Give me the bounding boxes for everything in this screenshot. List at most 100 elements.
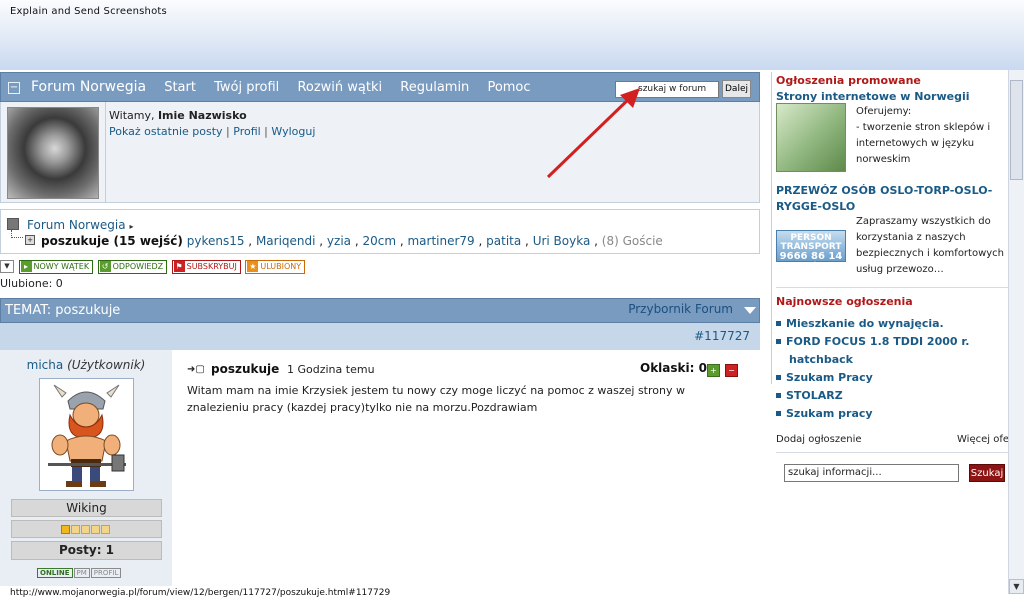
topic-viewers: poszukuje (15 wejść) pykens15 , Mariqend… [41, 234, 663, 248]
sidebar: Ogłoszenia promowane Strony internetowe … [771, 72, 1009, 610]
dropdown-icon[interactable]: ▼ [0, 260, 14, 273]
online-badge: ONLINE [37, 568, 73, 578]
star-icon [91, 525, 100, 534]
newest-ad-link-cont[interactable]: hatchback [789, 353, 853, 366]
post-title: poszukuje [211, 362, 280, 376]
action-bar: ▼ ▸ NOWY WĄTEK ↺ ODPOWIEDZ ⚑ SUBSKRYBUJ ★ UL… [0, 260, 306, 275]
welcome-prefix: Witamy, [109, 109, 155, 122]
subscribe-button[interactable]: ⚑ SUBSKRYBUJ [171, 260, 241, 274]
sidebar-ads: Ogłoszenia promowane Strony internetowe … [771, 72, 1009, 482]
author-badges: ONLINE PM PROFIL [37, 565, 122, 578]
ad1-text: Oferujemy: - tworzenie stron sklepów i i… [856, 104, 990, 168]
ad2-img-line: PERSON TRANSPORT [780, 233, 842, 252]
chevron-down-icon[interactable] [744, 307, 756, 314]
forum-nav: Forum Norwegia Start Twój profil Rozwiń … [31, 79, 545, 95]
newest-ad-link[interactable]: Szukam pracy [776, 407, 873, 420]
newest-ad-link[interactable]: Mieszkanie do wynajęcia. [776, 317, 944, 330]
user-name: Imie Nazwisko [157, 109, 247, 122]
app-title: Explain and Send Screenshots [10, 6, 167, 17]
viewer-link[interactable]: pykens15 [187, 234, 245, 248]
add-ad-link[interactable]: Dodaj ogłoszenie [776, 434, 862, 445]
viewer-link[interactable]: patita [486, 234, 521, 248]
ad1-line: - tworzenie stron sklepów i [856, 122, 991, 133]
expand-icon[interactable]: + [25, 235, 35, 245]
breadcrumb-root-label: Forum Norwegia [27, 218, 126, 232]
divider [105, 102, 106, 203]
author-rank: Wiking [11, 499, 162, 517]
divider [776, 452, 1009, 453]
viewer-link[interactable]: martiner79 [407, 234, 474, 248]
ad1-line: Oferujemy: [856, 106, 912, 117]
status-url: http://www.mojanorwegia.pl/forum/view/12… [10, 588, 391, 598]
status-bar: http://www.mojanorwegia.pl/forum/view/12… [0, 586, 1008, 610]
newest-ad-link[interactable]: Szukam Pracy [776, 371, 873, 384]
nav-start[interactable]: Start [164, 80, 196, 95]
vertical-scrollbar[interactable]: ▼ [1008, 70, 1024, 594]
profile-button[interactable]: PROFIL [90, 568, 122, 578]
ad2-text: Zapraszamy wszystkich do korzystania z n… [856, 214, 1004, 278]
newest-ad-link[interactable]: FORD FOCUS 1.8 TDDI 2000 r. [776, 335, 969, 348]
nav-forum-norwegia[interactable]: Forum Norwegia [31, 79, 146, 95]
ad1-title-link[interactable]: Strony internetowe w Norwegii [776, 90, 970, 103]
ad2-line: korzystania z naszych [856, 232, 966, 243]
viewer-link[interactable]: yzia [327, 234, 351, 248]
author-link[interactable]: micha [27, 358, 64, 372]
user-avatar[interactable] [7, 107, 99, 199]
topic-header-title: TEMAT: poszukuje [5, 303, 121, 318]
ad1-line: norweskim [856, 154, 911, 165]
viking-avatar-icon [48, 384, 126, 487]
viewer-link[interactable]: Uri Boyka [533, 234, 591, 248]
nav-help[interactable]: Pomoc [487, 80, 530, 95]
star-icon [71, 525, 80, 534]
viewer-link[interactable]: 20cm [362, 234, 396, 248]
reply-button[interactable]: ↺ ODPOWIEDZ [97, 260, 168, 274]
pm-button[interactable]: PM [73, 568, 90, 578]
nav-expand-threads[interactable]: Rozwiń wątki [297, 80, 382, 95]
post-time: 1 Godzina temu [287, 363, 375, 376]
viewer-link[interactable]: Mariqendi [256, 234, 316, 248]
scrollbar-thumb[interactable] [1010, 80, 1023, 180]
info-search-button[interactable]: Szukaj [969, 464, 1005, 482]
scroll-down-icon[interactable]: ▼ [1009, 579, 1024, 594]
post-permalink[interactable]: #117727 [694, 329, 750, 343]
collapse-icon[interactable]: − [8, 82, 20, 94]
favorite-label: ULUBIONY [260, 262, 302, 271]
welcome-text: Witamy, Imie Nazwisko [109, 109, 247, 122]
ad2-title-link[interactable]: PRZEWÓZ OSÓB OSLO-TORP-OSLO-RYGGE-OSLO [776, 183, 1008, 215]
author-avatar[interactable] [39, 378, 134, 491]
subscribe-label: SUBSKRYBUJ [186, 262, 237, 271]
favorite-button[interactable]: ★ ULUBIONY [245, 260, 306, 274]
flag-icon: ⚑ [173, 261, 185, 272]
applaud-down-icon[interactable]: − [725, 364, 738, 377]
favorites-count: Ulubione: 0 [0, 277, 63, 290]
nav-rules[interactable]: Regulamin [400, 80, 469, 95]
divider [776, 287, 1009, 288]
ad2-line: bezpiecznych i komfortowych [856, 248, 1005, 259]
topic-header: TEMAT: poszukuje Przybornik Forum [0, 298, 760, 323]
profile-link[interactable]: Profil [233, 125, 260, 138]
new-thread-button[interactable]: ▸ NOWY WĄTEK [18, 260, 94, 274]
forum-search-button[interactable]: Dalej [722, 80, 751, 98]
ad2-line: usług przewozo… [856, 264, 944, 275]
topic-title: poszukuje (15 wejść) [41, 234, 183, 248]
reply-icon: ↺ [99, 261, 111, 272]
applause-count: Oklaski: 0 [640, 361, 707, 375]
info-search-input[interactable]: szukaj informacji... [784, 464, 959, 482]
new-thread-label: NOWY WĄTEK [33, 262, 90, 271]
forum-toolbox-link[interactable]: Przybornik Forum [628, 302, 733, 316]
breadcrumb-root[interactable]: Forum Norwegia ▸ [27, 218, 133, 232]
post-author-panel: micha (Użytkownik) Wiking Posty: 1 ONLIN… [0, 350, 172, 610]
more-ads-link[interactable]: Więcej ofe [957, 434, 1009, 445]
show-recent-posts-link[interactable]: Pokaż ostatnie posty [109, 125, 223, 138]
newest-ad-link[interactable]: STOLARZ [776, 389, 843, 402]
forum-search-input[interactable]: szukaj w forum [615, 81, 719, 98]
user-panel: Witamy, Imie Nazwisko Pokaż ostatnie pos… [0, 102, 760, 203]
ad2-image[interactable]: PERSON TRANSPORT 9666 86 14 www.torp-bus… [776, 230, 846, 269]
nav-profile[interactable]: Twój profil [214, 80, 279, 95]
logout-link[interactable]: Wyloguj [271, 125, 315, 138]
applaud-up-icon[interactable]: + [707, 364, 720, 377]
ad2-line: Zapraszamy wszystkich do [856, 216, 991, 227]
star-icon: ★ [247, 261, 259, 272]
ad1-image[interactable] [776, 103, 846, 172]
post-arrow-icon: ➜▢ [187, 364, 205, 375]
